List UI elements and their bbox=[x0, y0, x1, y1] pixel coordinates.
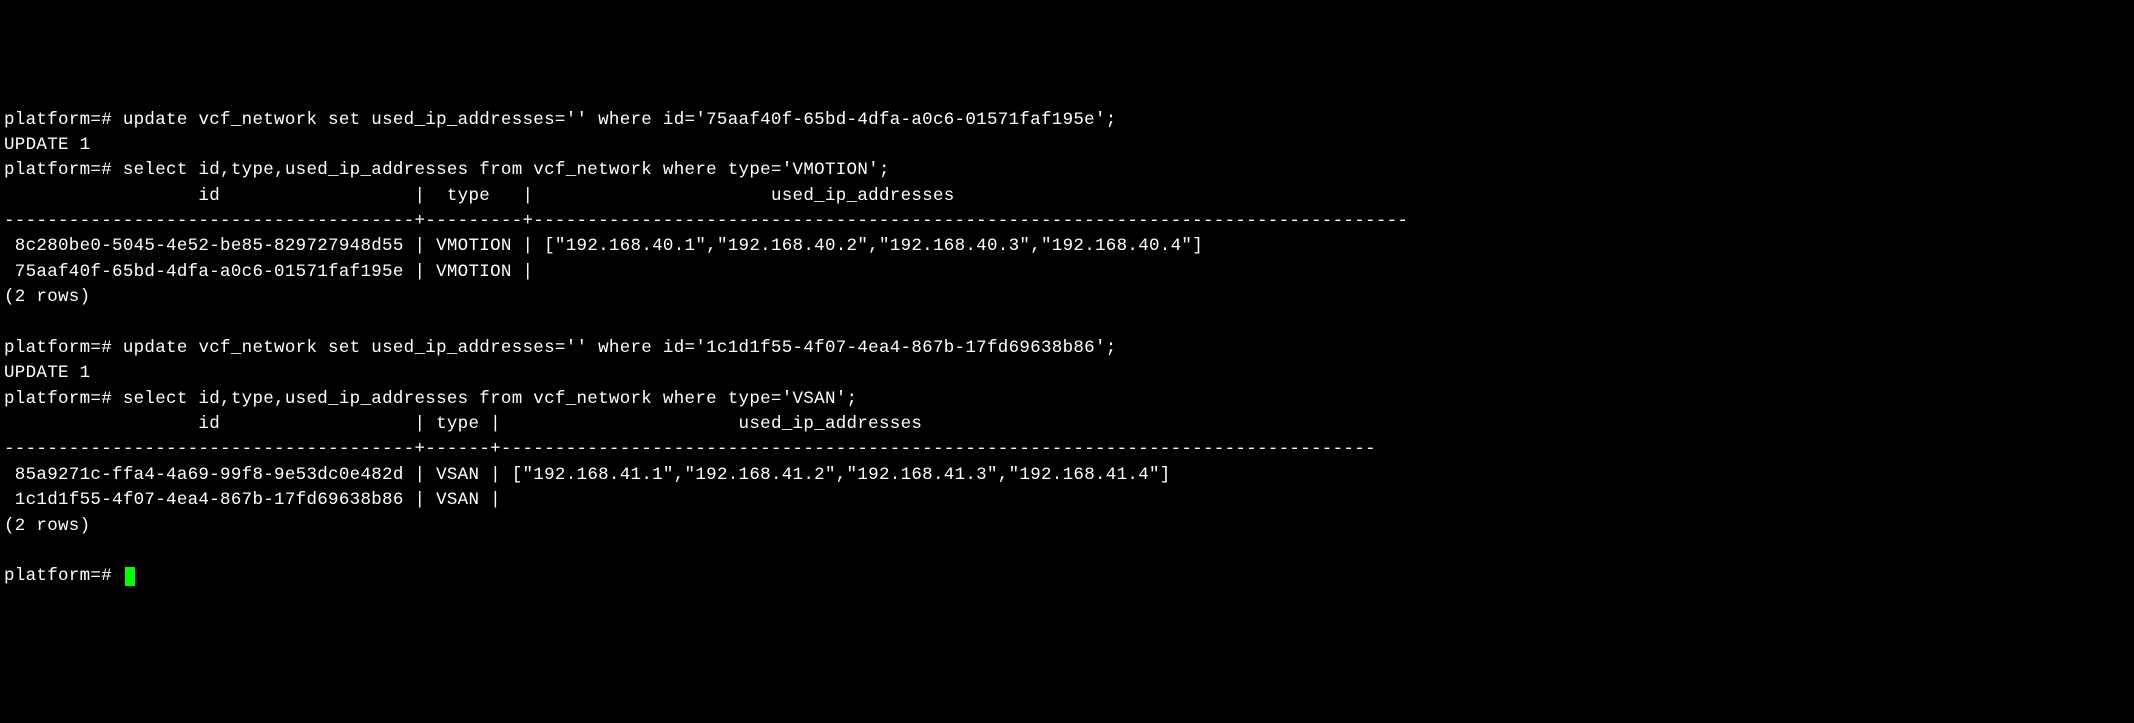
table-header-id: id bbox=[4, 414, 414, 434]
table-cell-id: 8c280be0-5045-4e52-be85-829727948d55 bbox=[4, 236, 414, 256]
pipe-separator: | bbox=[414, 465, 425, 485]
table-cell-type: VSAN bbox=[425, 465, 490, 485]
sql-prompt: platform=# bbox=[4, 566, 123, 586]
table-cell-addresses: ["192.168.41.1","192.168.41.2","192.168.… bbox=[501, 465, 1171, 485]
row-count: (2 rows) bbox=[4, 516, 90, 536]
pipe-separator: | bbox=[414, 490, 425, 510]
sql-prompt: platform=# bbox=[4, 110, 123, 130]
table-cell-addresses: ["192.168.40.1","192.168.40.2","192.168.… bbox=[533, 236, 1203, 256]
table-separator: --------------------------------------+-… bbox=[4, 439, 1376, 459]
table-cell-type: VSAN bbox=[425, 490, 490, 510]
row-count: (2 rows) bbox=[4, 287, 90, 307]
sql-command: select id,type,used_ip_addresses from vc… bbox=[123, 160, 890, 180]
sql-prompt: platform=# bbox=[4, 160, 123, 180]
table-header-addresses: used_ip_addresses bbox=[533, 186, 954, 206]
sql-prompt: platform=# bbox=[4, 389, 123, 409]
pipe-separator: | bbox=[414, 236, 425, 256]
pipe-separator: | bbox=[490, 465, 501, 485]
pipe-separator: | bbox=[414, 414, 425, 434]
table-cell-id: 75aaf40f-65bd-4dfa-a0c6-01571faf195e bbox=[4, 262, 414, 282]
sql-command: update vcf_network set used_ip_addresses… bbox=[123, 338, 1117, 358]
pipe-separator: | bbox=[490, 414, 501, 434]
sql-result: UPDATE 1 bbox=[4, 363, 90, 383]
table-cell-id: 85a9271c-ffa4-4a69-99f8-9e53dc0e482d bbox=[4, 465, 414, 485]
table-cell-type: VMOTION bbox=[425, 236, 522, 256]
pipe-separator: | bbox=[523, 236, 534, 256]
table-header-addresses: used_ip_addresses bbox=[501, 414, 922, 434]
sql-command: update vcf_network set used_ip_addresses… bbox=[123, 110, 1117, 130]
table-separator: --------------------------------------+-… bbox=[4, 211, 1408, 231]
pipe-separator: | bbox=[414, 262, 425, 282]
table-cell-type: VMOTION bbox=[425, 262, 522, 282]
cursor-icon bbox=[125, 567, 135, 586]
sql-command: select id,type,used_ip_addresses from vc… bbox=[123, 389, 858, 409]
table-cell-id: 1c1d1f55-4f07-4ea4-867b-17fd69638b86 bbox=[4, 490, 414, 510]
pipe-separator: | bbox=[523, 186, 534, 206]
table-header-type: type bbox=[425, 186, 522, 206]
table-header-type: type bbox=[425, 414, 490, 434]
pipe-separator: | bbox=[523, 262, 534, 282]
sql-result: UPDATE 1 bbox=[4, 135, 90, 155]
terminal-output[interactable]: platform=# update vcf_network set used_i… bbox=[4, 108, 2130, 590]
pipe-separator: | bbox=[414, 186, 425, 206]
table-header-id: id bbox=[4, 186, 414, 206]
pipe-separator: | bbox=[490, 490, 501, 510]
sql-prompt: platform=# bbox=[4, 338, 123, 358]
